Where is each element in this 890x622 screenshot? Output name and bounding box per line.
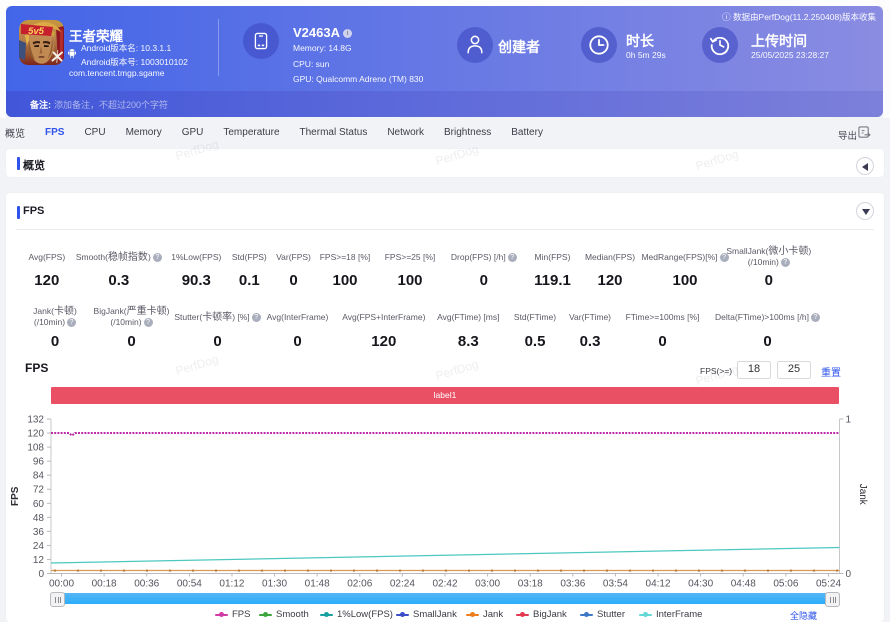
- svg-text:36: 36: [33, 527, 45, 538]
- svg-text:1: 1: [846, 415, 852, 426]
- svg-text:60: 60: [33, 499, 45, 510]
- svg-text:00:00: 00:00: [49, 579, 74, 590]
- svg-text:108: 108: [27, 443, 44, 454]
- svg-text:04:30: 04:30: [688, 579, 713, 590]
- svg-text:Jank: Jank: [857, 484, 868, 506]
- svg-text:5v5: 5v5: [28, 26, 45, 37]
- svg-text:05:06: 05:06: [773, 579, 798, 590]
- svg-text:01:12: 01:12: [219, 579, 244, 590]
- svg-text:48: 48: [33, 513, 45, 524]
- svg-text:120: 120: [27, 429, 44, 440]
- svg-text:03:54: 03:54: [603, 579, 628, 590]
- svg-text:05:24: 05:24: [816, 579, 841, 590]
- svg-text:02:06: 02:06: [347, 579, 372, 590]
- svg-text:0: 0: [846, 569, 852, 580]
- svg-text:03:36: 03:36: [560, 579, 585, 590]
- svg-text:132: 132: [27, 415, 44, 426]
- svg-text:24: 24: [33, 541, 45, 552]
- svg-text:03:18: 03:18: [518, 579, 543, 590]
- svg-text:00:54: 00:54: [177, 579, 202, 590]
- svg-text:02:42: 02:42: [432, 579, 457, 590]
- svg-text:0: 0: [38, 569, 44, 580]
- svg-text:96: 96: [33, 457, 45, 468]
- svg-text:84: 84: [33, 471, 45, 482]
- svg-text:72: 72: [33, 485, 45, 496]
- svg-text:12: 12: [33, 555, 45, 566]
- svg-text:00:36: 00:36: [134, 579, 159, 590]
- svg-text:04:12: 04:12: [646, 579, 671, 590]
- svg-text:00:18: 00:18: [92, 579, 117, 590]
- svg-text:02:24: 02:24: [390, 579, 415, 590]
- svg-text:FPS: FPS: [10, 486, 21, 506]
- svg-text:01:48: 01:48: [305, 579, 330, 590]
- svg-text:01:30: 01:30: [262, 579, 287, 590]
- svg-text:03:00: 03:00: [475, 579, 500, 590]
- svg-text:04:48: 04:48: [731, 579, 756, 590]
